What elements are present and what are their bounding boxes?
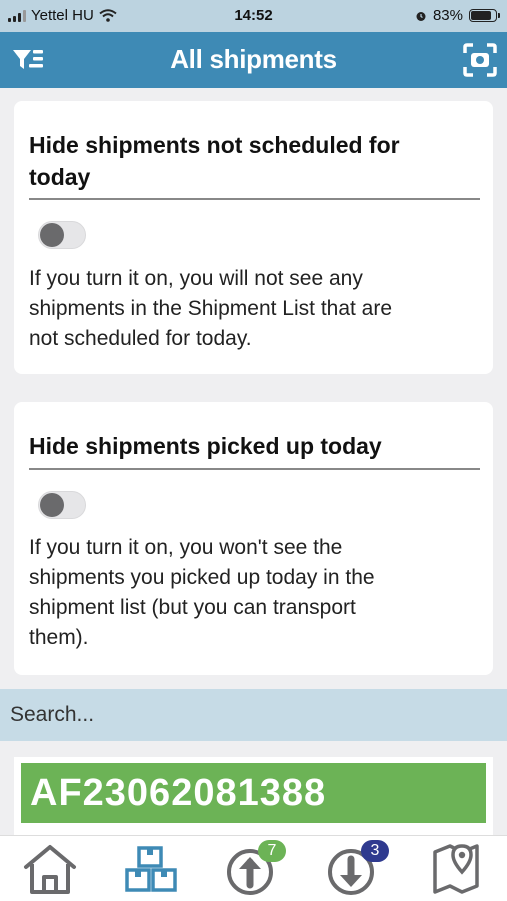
description-line: shipments you picked up today in the [29, 566, 375, 589]
app-header: All shipments [0, 32, 507, 88]
status-bar: Yettel HU 14:52 83% [0, 0, 507, 32]
results-list: AF23062081388 [0, 741, 507, 835]
setting-title-line: Hide shipments picked up today [29, 433, 382, 459]
divider [29, 198, 480, 200]
setting-title: Hide shipments not scheduled for today [29, 129, 400, 193]
description-line: shipment list (but you can transport [29, 596, 356, 619]
setting-card-picked-up: Hide shipments picked up today If you tu… [14, 402, 493, 675]
upload-badge: 7 [258, 840, 286, 862]
search-input[interactable] [0, 689, 507, 741]
divider [29, 468, 480, 470]
home-icon [24, 845, 76, 894]
scan-icon [463, 43, 497, 77]
battery-percent: 83% [432, 7, 463, 24]
setting-title-line: today [29, 164, 91, 190]
toggle-knob [40, 493, 64, 517]
map-icon [433, 844, 479, 894]
search-bar [0, 689, 507, 741]
description-line: shipments in the Shipment List that are [29, 297, 393, 320]
scan-button[interactable] [463, 43, 497, 77]
alarm-icon [416, 11, 426, 21]
description-line: If you turn it on, you will not see any [29, 267, 363, 290]
toggle-knob [40, 223, 64, 247]
download-badge: 3 [361, 840, 389, 862]
hide-picked-up-toggle[interactable] [38, 491, 86, 519]
shipment-code: AF23062081388 [21, 763, 486, 823]
nav-upload[interactable]: 7 [224, 840, 286, 896]
setting-description: If you turn it on, you won't see the shi… [29, 533, 484, 653]
battery-level-fill [471, 11, 491, 20]
setting-description: If you turn it on, you will not see any … [29, 264, 484, 354]
status-right: 83% [415, 7, 500, 24]
nav-download[interactable]: 3 [325, 840, 389, 896]
description-line: not scheduled for today. [29, 327, 252, 350]
shipment-item[interactable]: AF23062081388 [14, 757, 493, 835]
setting-title: Hide shipments picked up today [29, 430, 382, 462]
setting-title-line: Hide shipments not scheduled for [29, 132, 400, 158]
nav-home[interactable] [20, 842, 80, 896]
nav-map[interactable] [428, 842, 488, 896]
nav-packages[interactable] [122, 842, 182, 896]
description-line: If you turn it on, you won't see the [29, 536, 343, 559]
page-title: All shipments [170, 44, 337, 74]
packages-icon [125, 846, 177, 892]
hide-not-scheduled-toggle[interactable] [38, 221, 86, 249]
bottom-nav: 7 3 [0, 835, 507, 901]
battery-icon [469, 9, 500, 22]
description-line: them). [29, 626, 89, 649]
setting-card-not-scheduled: Hide shipments not scheduled for today I… [14, 101, 493, 374]
